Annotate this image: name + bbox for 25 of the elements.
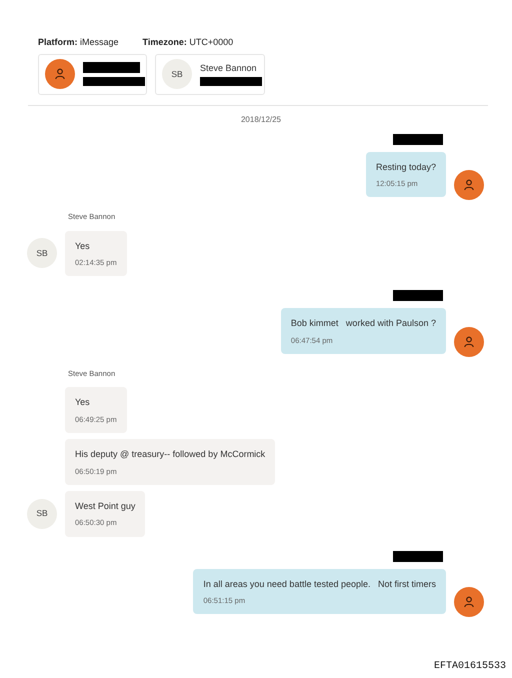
platform-text: Platform: iMessage [38, 36, 119, 49]
redaction-bar [83, 62, 140, 73]
avatar-icon [45, 59, 75, 89]
message-text: Bob kimmet worked with Paulson ? [290, 317, 436, 330]
message-text: Yes [75, 240, 91, 252]
avatar: SB [27, 238, 57, 268]
participant-name: Steve Bannon [200, 62, 258, 75]
avatar: SB [162, 59, 192, 89]
timezone-text: Timezone: UTC+0000 [142, 36, 234, 49]
avatar-icon [454, 170, 484, 200]
message-text: West Point guy [75, 500, 136, 513]
message-text: Resting today? [376, 160, 436, 174]
avatar: SB [27, 498, 57, 529]
redaction-bar [200, 77, 262, 86]
avatar-icon [454, 327, 484, 357]
redaction-bar [393, 134, 443, 144]
message-text: His deputy @ treasury-- followed by McCormick [75, 448, 266, 461]
message-text: In all areas you need battle tested people. Not first timers [203, 578, 436, 591]
document-id-label: EFTA01615533 [434, 660, 506, 674]
date-label: 2018/12/25 [240, 114, 282, 126]
message-text: Yes [75, 396, 91, 410]
redaction-bar [83, 77, 145, 86]
avatar-icon [454, 587, 484, 618]
redaction-bar [393, 550, 443, 562]
redaction-bar [393, 290, 443, 302]
